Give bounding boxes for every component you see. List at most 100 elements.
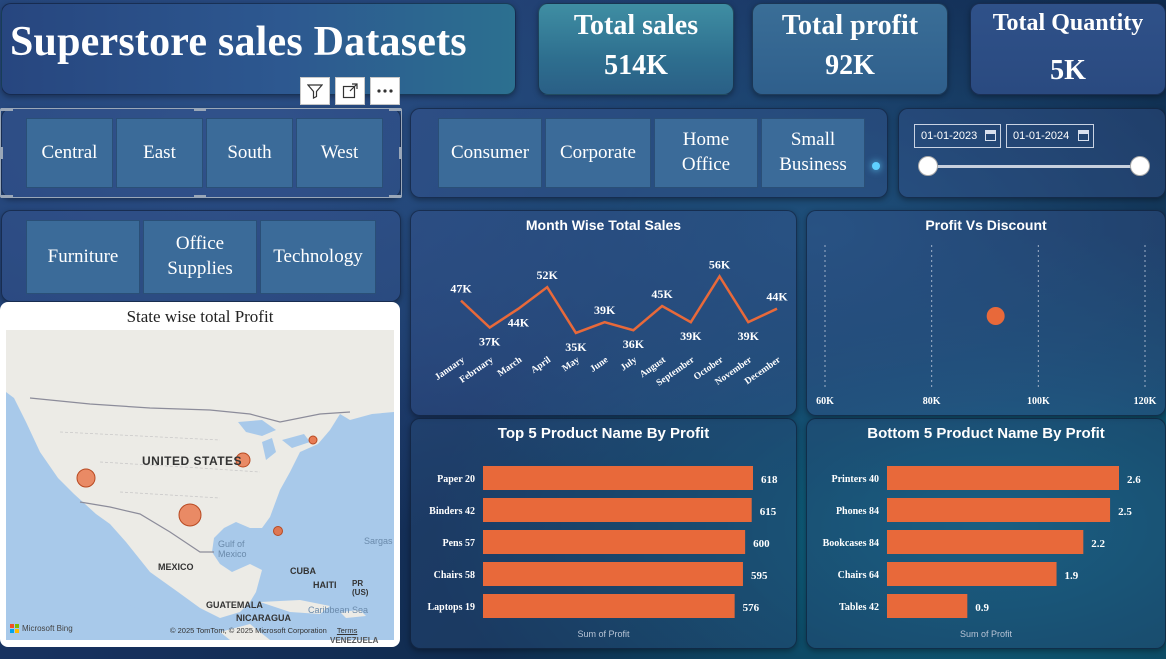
category-chip-furniture[interactable]: Furniture — [26, 220, 140, 294]
x-tick-label: March — [496, 355, 525, 379]
resize-handle[interactable] — [399, 147, 402, 159]
bar — [483, 466, 753, 490]
calendar-icon[interactable] — [985, 130, 996, 141]
resize-handle[interactable] — [389, 195, 401, 198]
map-label-venezuela: VENEZUELA — [330, 636, 379, 645]
bar — [483, 530, 746, 554]
data-label: 2.6 — [1127, 474, 1141, 486]
bubble-california[interactable] — [76, 468, 96, 488]
data-label: 0.9 — [975, 602, 989, 614]
title-panel: Superstore sales Datasets — [1, 3, 516, 95]
y-tick-label: Paper 20 — [437, 474, 475, 485]
kpi-label: Total sales — [573, 10, 699, 41]
data-label: 56K — [709, 257, 731, 271]
bottom5-products-chart[interactable]: Bottom 5 Product Name By Profit Printers… — [806, 418, 1166, 649]
start-date-input[interactable]: 01-01-2023 — [914, 124, 1001, 148]
region-chip-east[interactable]: East — [116, 118, 203, 188]
resize-handle[interactable] — [0, 147, 3, 159]
data-label: 44K — [508, 316, 530, 330]
region-chip-west[interactable]: West — [296, 118, 383, 188]
date-range-track — [928, 165, 1140, 168]
map-copyright-text: © 2025 TomTom, © 2025 Microsoft Corporat… — [170, 626, 327, 635]
data-label: 2.2 — [1091, 538, 1105, 550]
map-label-sargasso: Sargas — [364, 536, 393, 546]
map-label-pr: PR (US) — [352, 579, 369, 597]
resize-handle[interactable] — [1, 108, 13, 111]
bar — [887, 466, 1119, 490]
resize-handle[interactable] — [389, 108, 401, 111]
bubble-florida[interactable] — [273, 526, 283, 536]
map-label-country: UNITED STATES — [142, 454, 243, 468]
data-label: 45K — [651, 287, 673, 301]
category-slicer: Furniture Office Supplies Technology — [26, 220, 376, 294]
bar — [483, 498, 752, 522]
category-chip-office-supplies[interactable]: Office Supplies — [143, 220, 257, 294]
ellipsis-icon[interactable] — [370, 77, 400, 105]
y-tick-label: Phones 84 — [836, 506, 879, 517]
segment-chip-small-business[interactable]: Small Business — [761, 118, 865, 188]
x-tick-label: 100K — [1027, 396, 1050, 407]
x-tick-label: 120K — [1134, 396, 1157, 407]
map-label-haiti: HAITI — [313, 580, 337, 590]
visual-toolbar — [300, 77, 400, 105]
x-tick-label: July — [619, 355, 639, 373]
y-tick-label: Pens 57 — [443, 538, 476, 549]
bar — [887, 530, 1084, 554]
region-chip-central[interactable]: Central — [26, 118, 113, 188]
segment-chip-corporate[interactable]: Corporate — [545, 118, 651, 188]
glow-dot — [872, 162, 880, 170]
state-profit-map[interactable]: State wise total Profit UNITED STATES Gu… — [0, 302, 400, 647]
data-label: 37K — [479, 335, 501, 349]
data-label: 36K — [623, 337, 645, 351]
resize-handle[interactable] — [194, 195, 206, 198]
y-tick-label: Printers 40 — [832, 474, 880, 485]
date-range-start-handle[interactable] — [918, 156, 938, 176]
map-copyright: © 2025 TomTom, © 2025 Microsoft Corporat… — [170, 626, 357, 635]
data-label: 52K — [537, 268, 559, 282]
funnel-icon[interactable] — [300, 77, 330, 105]
category-chip-technology[interactable]: Technology — [260, 220, 376, 294]
page-title: Superstore sales Datasets — [10, 19, 467, 65]
month-sales-chart[interactable]: Month Wise Total Sales 47K January 37K Febr… — [410, 210, 797, 416]
x-tick-label: 80K — [923, 396, 941, 407]
expand-icon[interactable] — [335, 77, 365, 105]
resize-handle[interactable] — [194, 108, 206, 111]
calendar-icon[interactable] — [1078, 130, 1089, 141]
top5-products-chart[interactable]: Top 5 Product Name By Profit Paper 20 618… — [410, 418, 797, 649]
bubble-texas[interactable] — [178, 503, 202, 527]
scatter-point — [986, 307, 1005, 325]
y-tick-label: Chairs 64 — [838, 570, 879, 581]
map-label-caribbean: Caribbean Sea — [308, 605, 369, 615]
data-label: 615 — [760, 506, 777, 518]
map-terms-link[interactable]: Terms — [337, 626, 357, 635]
segment-chip-home-office[interactable]: Home Office — [654, 118, 758, 188]
x-axis-label: Sum of Profit — [577, 629, 630, 639]
data-label: 39K — [594, 303, 616, 317]
bubble-new-york[interactable] — [308, 435, 318, 445]
end-date-input[interactable]: 01-01-2024 — [1006, 124, 1094, 148]
kpi-label: Total Quantity — [992, 10, 1144, 36]
data-label: 1.9 — [1065, 570, 1079, 582]
bing-logo-text: Microsoft Bing — [22, 624, 73, 633]
map-canvas[interactable] — [0, 302, 400, 647]
date-range-end-handle[interactable] — [1130, 156, 1150, 176]
data-label: 2.5 — [1118, 506, 1132, 518]
kpi-label: Total profit — [781, 10, 919, 41]
start-date-value: 01-01-2023 — [921, 130, 978, 142]
profit-discount-chart[interactable]: Profit Vs Discount 60K 80K 100K 120K — [806, 210, 1166, 416]
x-tick-label: 60K — [816, 396, 834, 407]
kpi-value: 5K — [1050, 55, 1086, 86]
data-label: 44K — [766, 290, 788, 304]
data-label: 618 — [761, 474, 778, 486]
data-label: 600 — [753, 538, 770, 550]
bar — [887, 562, 1057, 586]
bing-logo: Microsoft Bing — [10, 624, 73, 633]
map-label-mexico: MEXICO — [158, 562, 194, 572]
kpi-total-sales: Total sales 514K — [538, 3, 734, 95]
map-label-nicaragua: NICARAGUA — [236, 613, 291, 623]
scatter-chart-canvas: 60K 80K 100K 120K — [816, 245, 1157, 407]
map-label-gulf: Gulf of Mexico — [218, 539, 247, 559]
resize-handle[interactable] — [1, 195, 13, 198]
region-chip-south[interactable]: South — [206, 118, 293, 188]
segment-chip-consumer[interactable]: Consumer — [438, 118, 542, 188]
